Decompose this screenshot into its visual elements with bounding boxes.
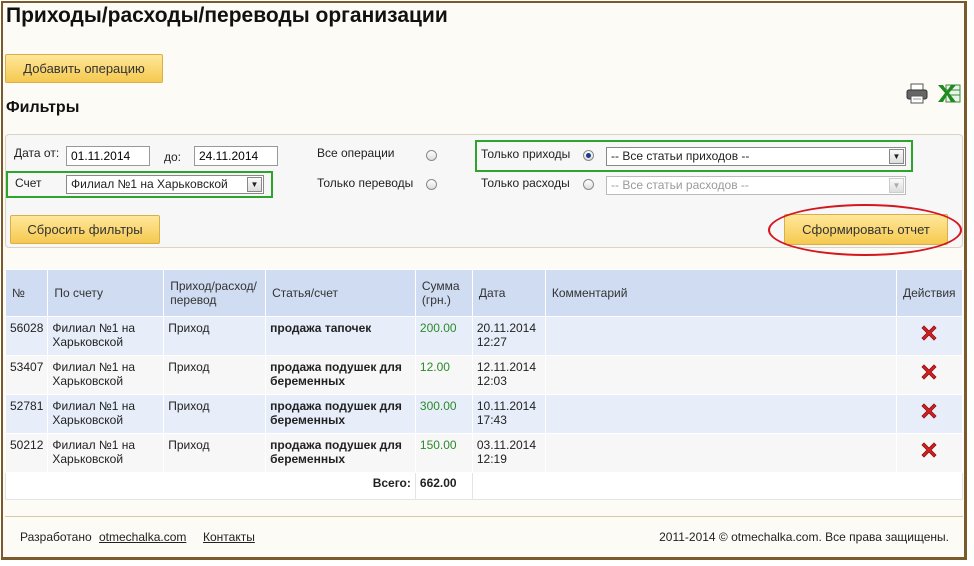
footer-developer-link[interactable]: otmechalka.com [99,530,186,544]
row-sum: 150.00 [414,433,473,473]
row-comment [544,355,897,395]
table-row: 52781 Филиал №1 на Харьковской Приход пр… [4,394,964,434]
column-header-date: Дата [471,269,546,317]
row-account: Филиал №1 на Харьковской [47,433,165,473]
row-date-day: 10.11.2014 [476,399,537,413]
date-to-label: до: [164,150,182,164]
row-actions [895,433,964,473]
total-filler [471,472,964,500]
date-from-label: Дата от: [14,146,60,160]
row-date: 03.11.2014 12:19 [471,433,546,473]
generate-report-button[interactable]: Сформировать отчет [784,214,948,245]
row-type: Приход [163,394,267,434]
table-header-row: № По счету Приход/расход/перевод Статья/… [4,269,964,317]
expense-label: Только расходы [481,176,570,190]
column-header-account: По счету [47,269,165,317]
row-actions [895,394,964,434]
income-radio[interactable] [583,150,594,161]
income-select-value: -- Все статьи приходов -- [611,149,750,163]
operations-table: № По счету Приход/расход/перевод Статья/… [4,269,964,500]
expense-select-value: -- Все статьи расходов -- [611,178,749,192]
table-total-row: Всего: 662.00 [5,472,964,500]
table-row: 53407 Филиал №1 на Харьковской Приход пр… [4,355,964,395]
printer-icon[interactable] [905,82,929,104]
row-sum: 12.00 [414,355,473,395]
total-label: Всего: [5,472,416,500]
date-to-input[interactable] [194,146,278,166]
chevron-down-icon: ▼ [889,178,904,193]
excel-icon[interactable] [937,82,961,104]
row-actions [895,355,964,395]
row-date: 20.11.2014 12:27 [471,316,546,356]
column-header-number: № [4,269,49,317]
row-account: Филиал №1 на Харьковской [47,355,165,395]
row-comment [544,394,897,434]
row-date-day: 03.11.2014 [476,438,537,452]
account-select[interactable]: Филиал №1 на Харьковской ▼ [66,175,264,194]
row-article: продажа подушек для беременных [265,355,416,395]
row-date-time: 17:43 [476,413,507,427]
row-article: продажа подушек для беременных [265,433,416,473]
row-article: продажа тапочек [265,316,416,356]
chevron-down-icon: ▼ [889,149,904,164]
row-article: продажа подушек для беременных [265,394,416,434]
account-label: Счет [15,176,42,190]
table-row: 56028 Филиал №1 на Харьковской Приход пр… [4,316,964,356]
row-sum: 300.00 [414,394,473,434]
delete-icon[interactable] [919,440,939,460]
row-id: 56028 [4,316,49,356]
expense-article-select: -- Все статьи расходов -- ▼ [606,176,906,195]
income-label: Только приходы [481,147,571,161]
row-date-day: 20.11.2014 [476,321,537,335]
column-header-actions: Действия [895,269,964,317]
income-article-select[interactable]: -- Все статьи приходов -- ▼ [606,147,906,166]
row-id: 53407 [4,355,49,395]
row-id: 50212 [4,433,49,473]
row-comment [544,316,897,356]
date-from-input[interactable] [66,146,150,166]
delete-icon[interactable] [919,362,939,382]
delete-icon[interactable] [919,323,939,343]
table-row: 50212 Филиал №1 на Харьковской Приход пр… [4,433,964,473]
row-sum: 200.00 [414,316,473,356]
reset-filters-button[interactable]: Сбросить фильтры [10,215,160,244]
filters-heading: Фильтры [6,99,80,116]
column-header-comment: Комментарий [544,269,897,317]
export-icons [905,82,961,104]
expense-radio[interactable] [583,179,594,190]
row-date-time: 12:27 [476,335,507,349]
delete-icon[interactable] [919,401,939,421]
all-ops-radio[interactable] [426,150,437,161]
row-id: 52781 [4,394,49,434]
row-type: Приход [163,316,267,356]
chevron-down-icon: ▼ [247,177,262,192]
row-comment [544,433,897,473]
transfers-label: Только переводы [317,176,414,190]
account-select-value: Филиал №1 на Харьковской [71,177,228,191]
row-account: Филиал №1 на Харьковской [47,316,165,356]
row-actions [895,316,964,356]
footer-contacts-link[interactable]: Контакты [203,530,255,544]
total-value: 662.00 [414,472,473,500]
footer-developed-by: Разработано [20,530,92,544]
footer: Разработано otmechalka.com Контакты 2011… [5,516,963,557]
add-operation-button[interactable]: Добавить операцию [5,54,163,83]
footer-copyright: 2011-2014 © otmechalka.com. Все права за… [659,530,949,544]
row-date-time: 12:19 [476,452,507,466]
row-date-time: 12:03 [476,374,507,388]
column-header-article: Статья/счет [265,269,416,317]
row-date-day: 12.11.2014 [476,360,537,374]
row-date: 12.11.2014 12:03 [471,355,546,395]
column-header-type: Приход/расход/перевод [163,269,267,317]
row-type: Приход [163,433,267,473]
row-date: 10.11.2014 17:43 [471,394,546,434]
transfers-radio[interactable] [426,179,437,190]
row-account: Филиал №1 на Харьковской [47,394,165,434]
column-header-sum: Сумма (грн.) [414,269,473,317]
all-ops-label: Все операции [317,146,395,160]
page-title: Приходы/расходы/переводы организации [6,4,448,27]
row-type: Приход [163,355,267,395]
